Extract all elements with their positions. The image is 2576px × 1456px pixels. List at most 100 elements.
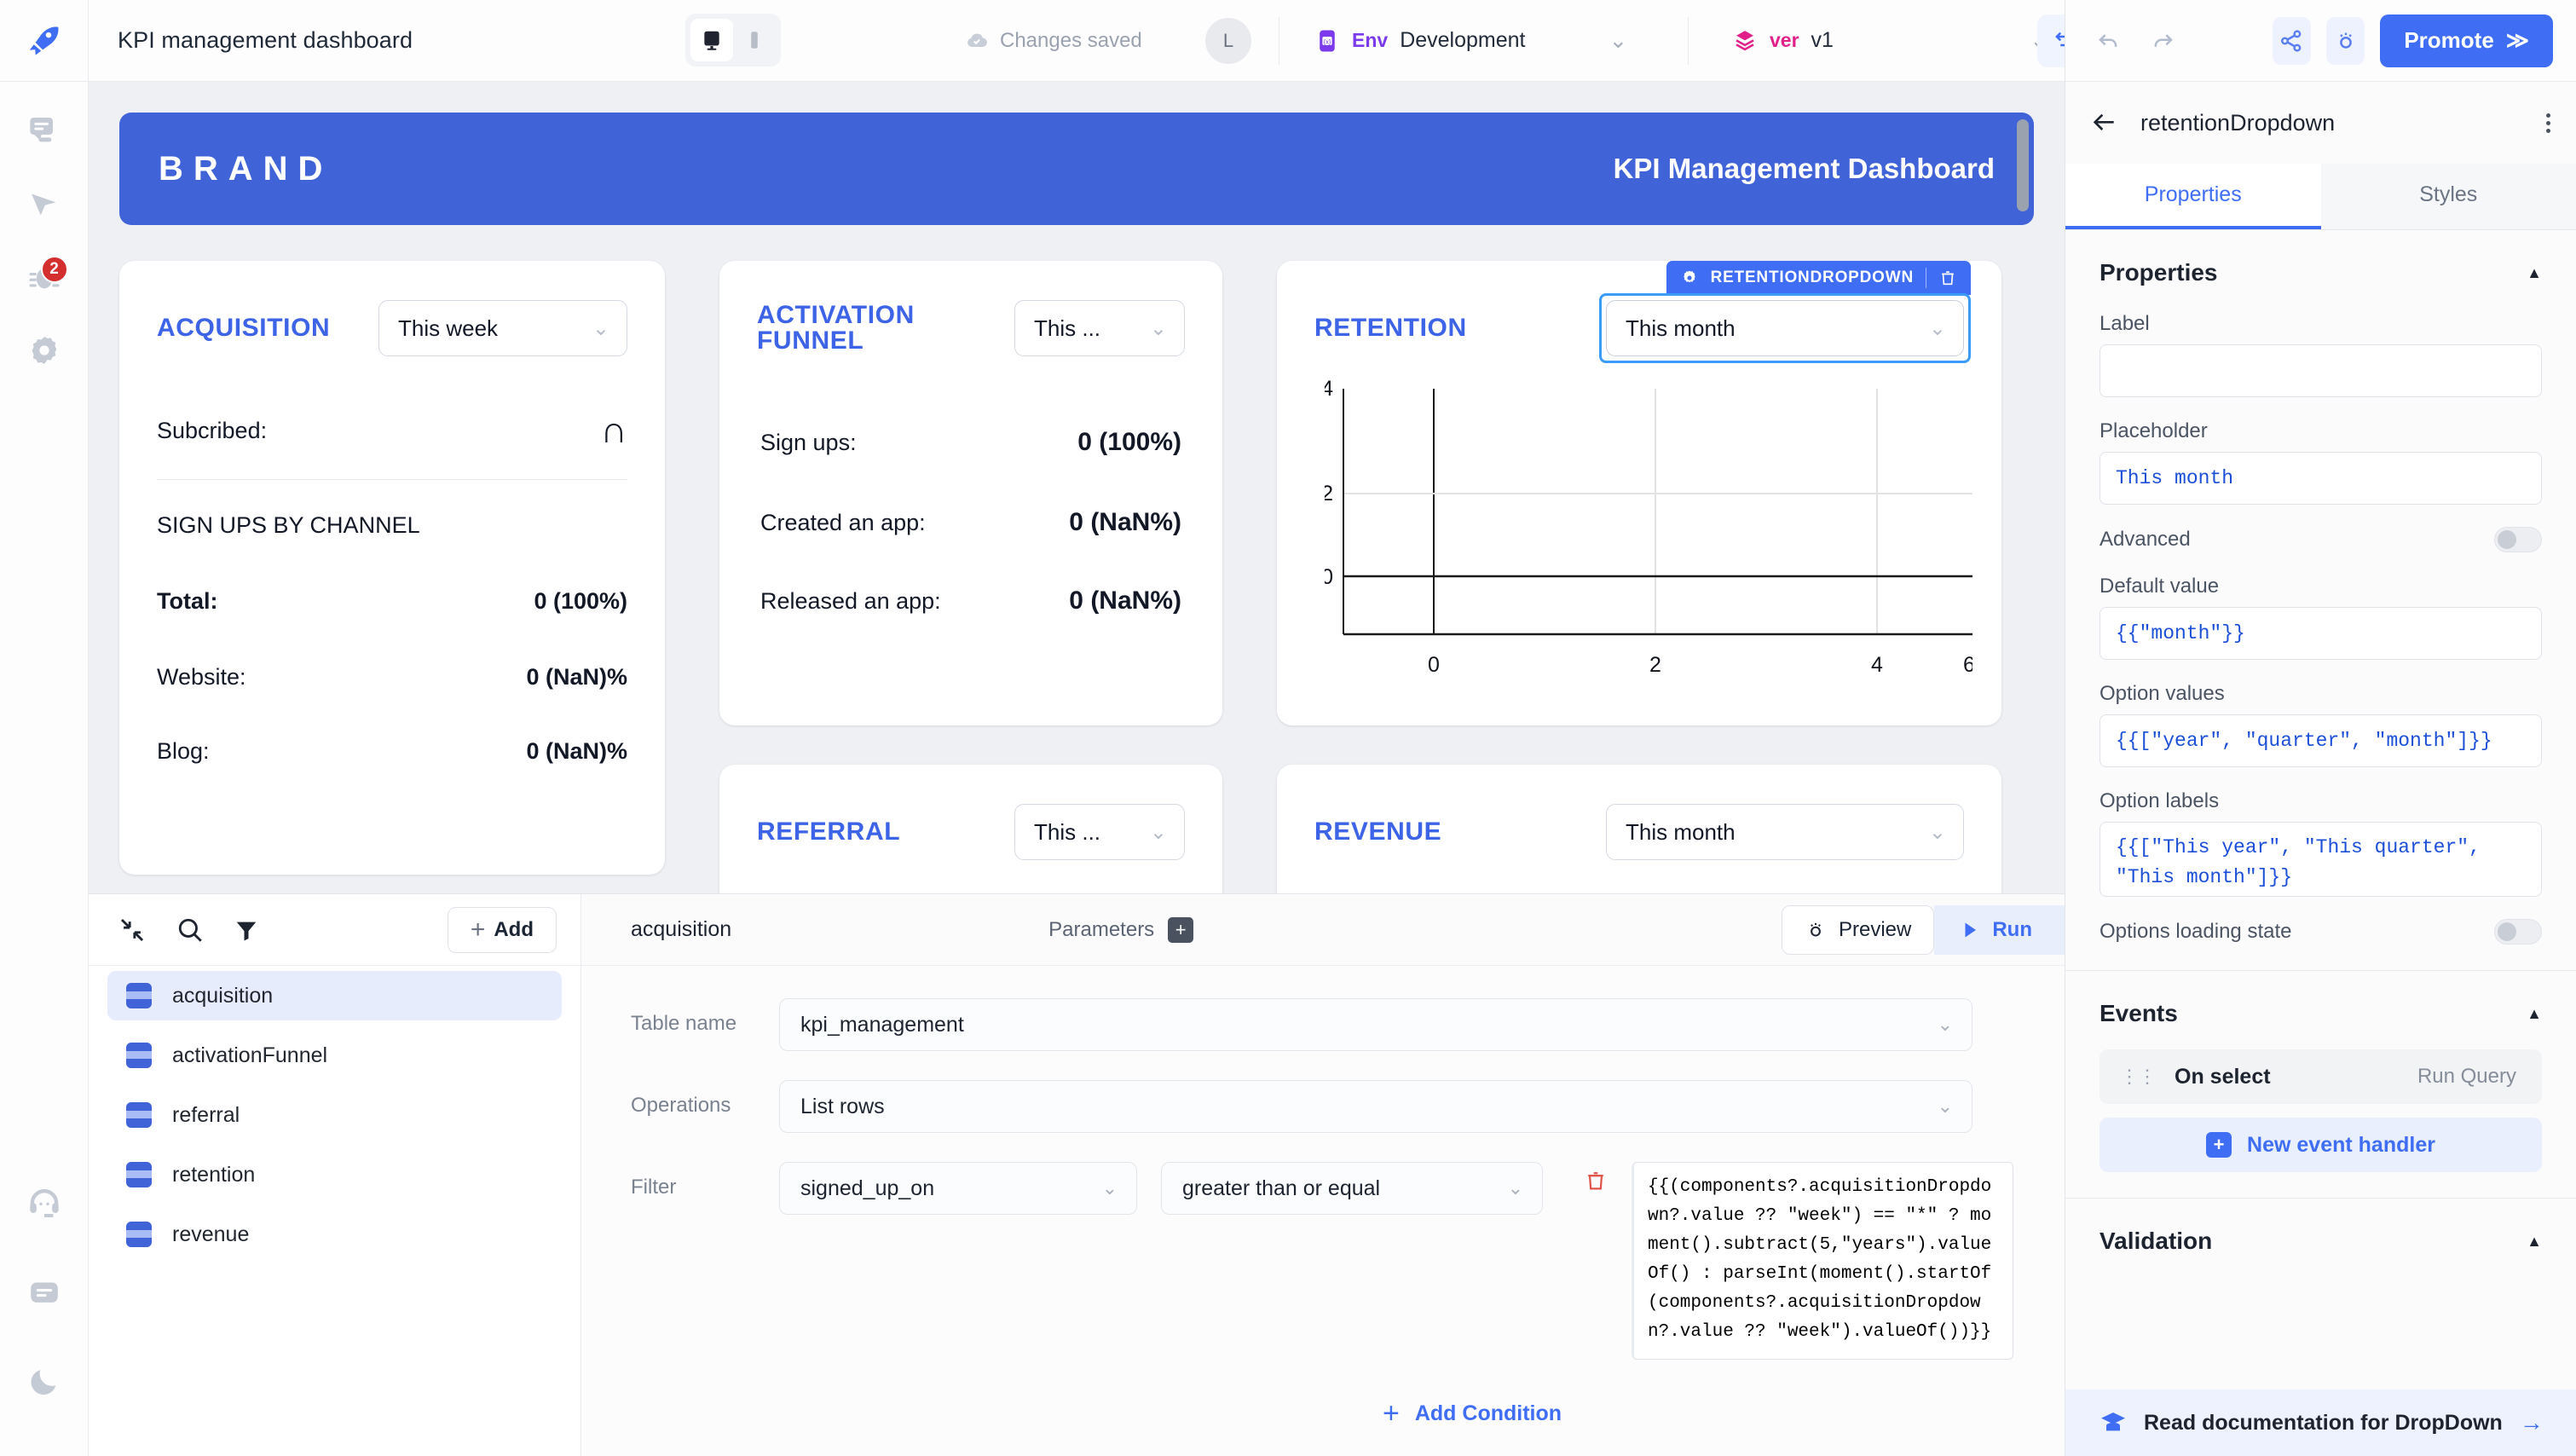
validation-section-header[interactable]: Validation ▲ <box>2099 1199 2542 1258</box>
query-item-referral[interactable]: referral <box>107 1090 562 1140</box>
sidebar-item-comments[interactable] <box>17 104 72 157</box>
query-item-label: referral <box>172 1102 240 1127</box>
filter-code-editor[interactable]: {{(components?.acquisitionDropdown?.valu… <box>1632 1162 2013 1361</box>
card-grid: ACQUISITION This week ⌄ Subcribed: ∩ SIG… <box>119 261 2034 893</box>
plus-icon: + <box>2206 1132 2232 1158</box>
documentation-link[interactable]: Read documentation for DropDown → <box>2065 1390 2576 1456</box>
add-query-button[interactable]: + Add <box>447 906 557 953</box>
add-parameter-button[interactable]: + <box>1168 916 1194 943</box>
option-labels-input[interactable]: {{["This year", "This quarter", "This mo… <box>2099 822 2542 897</box>
event-handler-row[interactable]: ⋮⋮ On select Run Query <box>2099 1049 2542 1104</box>
redo-button[interactable] <box>2143 17 2181 65</box>
row-label: Website: <box>157 664 246 690</box>
query-item-revenue[interactable]: revenue <box>107 1210 562 1259</box>
plus-icon: + <box>1383 1397 1400 1430</box>
properties-section-title: Properties <box>2099 259 2218 286</box>
events-section-header[interactable]: Events ▲ <box>2099 971 2542 1031</box>
query-icon <box>126 1102 152 1128</box>
preview-button[interactable]: Preview <box>1781 904 1935 955</box>
undo-button[interactable] <box>2089 17 2128 65</box>
default-value-input[interactable]: {{"month"}} <box>2099 607 2542 660</box>
svg-text:{x}: {x} <box>1324 38 1331 45</box>
option-values-input[interactable]: {{["year", "quarter", "month"]}} <box>2099 714 2542 767</box>
row-label: Total: <box>157 588 218 614</box>
filter-field: signed_up_on ⌄ greater than or equal ⌄ {… <box>779 1162 2013 1361</box>
event-action: Run Query <box>2417 1065 2516 1088</box>
filter-operator-select[interactable]: greater than or equal ⌄ <box>1161 1162 1543 1215</box>
rail-bottom-items <box>17 1178 72 1456</box>
query-item-acquisition[interactable]: acquisition <box>107 971 562 1020</box>
placeholder-field-input[interactable]: This month <box>2099 452 2542 505</box>
canvas-scrollbar[interactable] <box>2017 119 2029 211</box>
query-item-activationFunnel[interactable]: activationFunnel <box>107 1031 562 1080</box>
run-label: Run <box>1992 917 2032 941</box>
activation-row-created: Created an app: 0 (NaN%) <box>760 508 1181 537</box>
activation-row-signups: Sign ups: 0 (100%) <box>760 428 1181 457</box>
acquisition-dropdown[interactable]: This week ⌄ <box>378 300 627 356</box>
sidebar-item-chat[interactable] <box>17 1267 72 1320</box>
add-condition-button[interactable]: + Add Condition <box>1383 1397 1562 1430</box>
run-button[interactable]: Run <box>1934 904 2065 955</box>
retention-dropdown[interactable]: This month ⌄ <box>1606 300 1964 356</box>
options-loading-toggle[interactable] <box>2494 919 2542 945</box>
chevron-down-icon: ⌄ <box>1507 1177 1523 1199</box>
filter-operator-value: greater than or equal <box>1182 1176 1381 1200</box>
sidebar-item-settings[interactable] <box>17 324 72 377</box>
revenue-dropdown[interactable]: This month ⌄ <box>1606 804 1964 860</box>
revenue-card: REVENUE This month ⌄ <box>1277 765 2001 893</box>
advanced-toggle[interactable] <box>2494 527 2542 552</box>
operations-row: Operations List rows ⌄ <box>581 1080 2065 1133</box>
new-event-handler-button[interactable]: + New event handler <box>2099 1118 2542 1172</box>
sidebar-item-debug[interactable]: 2 <box>17 251 72 303</box>
inspector-body: retentionDropdown Properties Styles Prop… <box>2065 82 2576 1456</box>
banner-title: KPI Management Dashboard <box>1613 153 1995 184</box>
app-logo[interactable] <box>0 0 88 82</box>
table-name-select[interactable]: kpi_management ⌄ <box>779 998 1972 1051</box>
row-value: 0 (NaN%) <box>1069 508 1181 536</box>
add-condition-label: Add Condition <box>1414 1401 1562 1425</box>
sidebar-item-support[interactable] <box>17 1178 72 1231</box>
avatar[interactable]: L <box>1205 17 1251 64</box>
share-button[interactable] <box>2272 16 2311 65</box>
cloud-check-icon <box>967 32 987 47</box>
preview-icon <box>1811 922 1821 937</box>
tab-properties[interactable]: Properties <box>2065 164 2321 229</box>
new-event-handler-label: New event handler <box>2247 1132 2435 1157</box>
acquisition-subscribed-label: Subcribed: <box>157 417 268 443</box>
tab-styles[interactable]: Styles <box>2320 164 2576 229</box>
sidebar-item-dark-mode[interactable] <box>17 1355 72 1408</box>
referral-dropdown[interactable]: This ... ⌄ <box>1014 804 1185 860</box>
activation-dropdown[interactable]: This ... ⌄ <box>1014 300 1185 356</box>
retention-chart-svg: 4 2 0 0 2 4 6 <box>1325 378 1972 677</box>
preview-app-button[interactable] <box>2325 16 2365 65</box>
operations-select[interactable]: List rows ⌄ <box>779 1080 1972 1133</box>
filter-column-select[interactable]: signed_up_on ⌄ <box>779 1162 1137 1215</box>
chevron-down-icon: ⌄ <box>1928 316 1946 340</box>
env-selector[interactable]: {x} Env Development ⌄ <box>1314 27 1627 54</box>
delete-condition-button[interactable] <box>1584 1162 1608 1199</box>
sidebar-item-cursor[interactable] <box>17 177 72 230</box>
label-field-label: Label <box>2099 312 2150 335</box>
properties-section-header[interactable]: Properties ▲ <box>2099 230 2542 290</box>
label-field-input[interactable] <box>2099 344 2542 397</box>
mobile-view-button[interactable] <box>733 19 776 61</box>
activation-dropdown-value: This ... <box>1034 315 1101 341</box>
drag-handle-icon[interactable]: ⋮⋮ <box>2120 1067 2157 1086</box>
operations-label: Operations <box>631 1094 731 1117</box>
x-tick-2: 2 <box>1649 653 1661 677</box>
acquisition-row-website: Website: 0 (NaN)% <box>157 664 627 690</box>
version-selector[interactable]: ver v1 ⌄ <box>1732 27 2048 54</box>
query-editor-toolbar: acquisition Parameters + Preview Run <box>581 894 2065 966</box>
referral-title: REFERRAL <box>757 818 901 846</box>
desktop-view-button[interactable] <box>690 19 733 61</box>
device-toggle <box>685 14 781 66</box>
parameters-control[interactable]: Parameters + <box>1048 916 1194 943</box>
promote-button[interactable]: Promote ≫ <box>2380 14 2553 67</box>
inspector-menu-button[interactable] <box>2546 113 2550 133</box>
save-status-text: Changes saved <box>1000 28 1142 52</box>
query-item-retention[interactable]: retention <box>107 1150 562 1199</box>
back-arrow-icon <box>2093 113 2114 130</box>
plus-icon: + <box>470 915 486 944</box>
chevron-down-icon[interactable]: ⌄ <box>1609 27 1628 54</box>
chat-icon <box>30 1282 58 1303</box>
